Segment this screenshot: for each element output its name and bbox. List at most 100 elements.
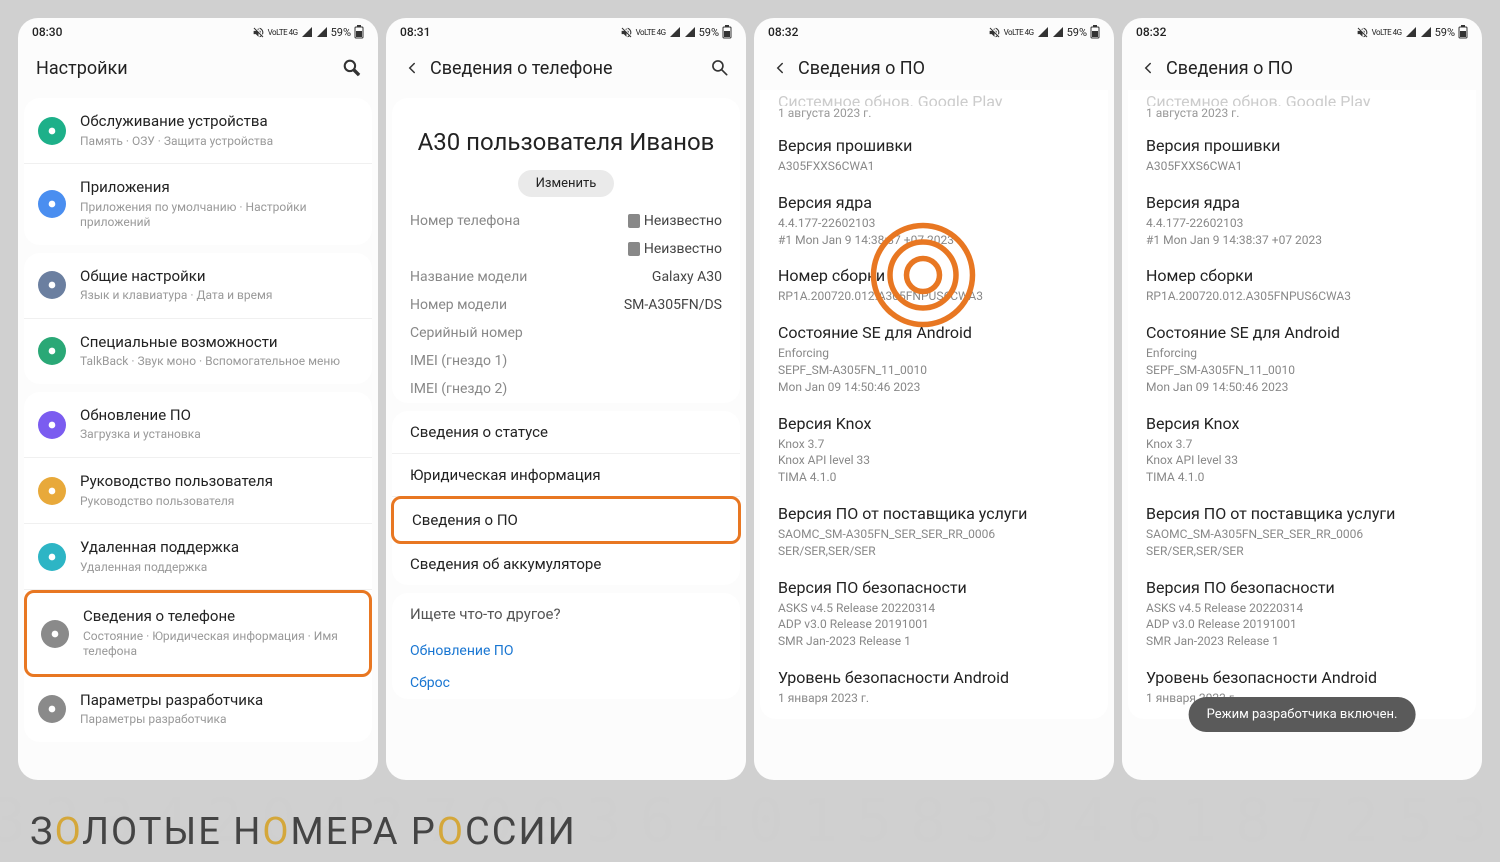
screenshot-2-about-phone: 08:31 VoLTE 4G 59% Сведения о телефоне A… — [386, 18, 746, 780]
signal-icon — [1405, 26, 1417, 38]
search-button[interactable] — [338, 54, 366, 82]
item-subtitle: Удаленная поддержка — [80, 560, 358, 576]
info-row: Название моделиGalaxy A30 — [392, 263, 740, 291]
mute-icon — [252, 26, 265, 39]
info-item[interactable]: Состояние SE для AndroidEnforcing SEPF_S… — [760, 317, 1108, 407]
info-item[interactable]: Версия ПО безопасностиASKS v4.5 Release … — [1128, 572, 1476, 662]
info-item[interactable]: Версия ПО безопасности ASKS v4.5 Release … — [760, 572, 1108, 662]
category-icon — [38, 411, 66, 439]
page-title: Сведения о ПО — [798, 58, 1102, 79]
clock: 08:31 — [400, 25, 430, 39]
page-header: Сведения о ПО — [754, 46, 1114, 90]
info-detail: 4.4.177-22602103 #1 Mon Jan 9 14:38:37 +… — [778, 215, 1090, 249]
link-item[interactable]: Юридическая информация — [392, 454, 740, 497]
info-detail: SAOMC_SM-A305FN_SER_SER_RR_0006 SER/SER,… — [1146, 526, 1458, 560]
info-item[interactable]: Версия ПО от поставщика услугиSAOMC_SM-A… — [1128, 498, 1476, 572]
info-detail: 4.4.177-22602103 #1 Mon Jan 9 14:38:37 +… — [1146, 215, 1458, 249]
category-icon — [41, 620, 69, 648]
info-title: Версия ПО безопасности — [778, 578, 1090, 597]
category-icon — [38, 695, 66, 723]
info-title: Состояние SE для Android — [1146, 323, 1458, 342]
edit-button[interactable]: Изменить — [518, 170, 615, 197]
battery-text: 59% — [1435, 26, 1455, 39]
chevron-left-icon — [403, 59, 421, 77]
info-detail: ASKS v4.5 Release 20220314 ADP v3.0 Rele… — [1146, 600, 1458, 650]
item-title: Параметры разработчика — [80, 691, 358, 711]
mute-icon — [1356, 26, 1369, 39]
info-detail: 1 января 2023 г. — [778, 690, 1090, 707]
search-icon — [342, 58, 362, 78]
back-button[interactable] — [766, 54, 794, 82]
item-title: Руководство пользователя — [80, 472, 358, 492]
info-detail: Enforcing SEPF_SM-A305FN_11_0010 Mon Jan… — [1146, 345, 1458, 395]
info-value: SM-A305FN/DS — [624, 297, 722, 313]
info-item[interactable]: Версия прошивкиA305FXXS6CWA1 — [760, 130, 1108, 187]
info-row: IMEI (гнездо 1) — [392, 347, 740, 375]
battery-icon — [722, 25, 732, 39]
status-icons: VoLTE 4G 59% — [252, 25, 364, 39]
clock: 08:32 — [1136, 25, 1166, 39]
partial-item-title: Системное обнов. Google Play — [1128, 92, 1476, 106]
info-title: Версия ядра — [778, 193, 1090, 212]
suggestion-link[interactable]: Сброс — [392, 667, 740, 699]
item-subtitle: Руководство пользователя — [80, 494, 358, 510]
signal-icon — [1037, 26, 1049, 38]
back-button[interactable] — [398, 54, 426, 82]
page-header: Сведения о ПО — [1122, 46, 1482, 90]
settings-item[interactable]: Удаленная поддержкаУдаленная поддержка — [24, 524, 372, 590]
page-title: Сведения о ПО — [1166, 58, 1470, 79]
mute-icon — [988, 26, 1001, 39]
info-detail: Knox 3.7 Knox API level 33 TIMA 4.1.0 — [778, 436, 1090, 486]
battery-text: 59% — [1067, 26, 1087, 39]
link-item[interactable]: Сведения о ПО — [394, 499, 738, 541]
search-button[interactable] — [706, 54, 734, 82]
info-detail: Enforcing SEPF_SM-A305FN_11_0010 Mon Jan… — [778, 345, 1090, 395]
info-value: Неизвестно — [628, 241, 722, 257]
settings-item[interactable]: Сведения о телефонеСостояние · Юридическ… — [27, 593, 369, 674]
info-item[interactable]: Номер сборкиRP1A.200720.012.A305FNPUS6CW… — [760, 260, 1108, 317]
category-icon — [38, 543, 66, 571]
settings-item[interactable]: Обновление ПОЗагрузка и установка — [24, 392, 372, 458]
info-item[interactable]: Версия ПО от поставщика услуги SAOMC_SM-A… — [760, 498, 1108, 572]
info-title: Номер сборки — [1146, 266, 1458, 285]
info-detail: SAOMC_SM-A305FN_SER_SER_RR_0006 SER/SER,… — [778, 526, 1090, 560]
info-detail: ASKS v4.5 Release 20220314 ADP v3.0 Rele… — [778, 600, 1090, 650]
info-key: Название модели — [410, 269, 527, 285]
link-item[interactable]: Сведения о статусе — [392, 411, 740, 454]
info-item[interactable]: Версия KnoxKnox 3.7 Knox API level 33 TI… — [1128, 408, 1476, 498]
suggestion-link[interactable]: Обновление ПО — [392, 635, 740, 667]
signal-icon-2 — [1052, 26, 1064, 38]
settings-item[interactable]: Руководство пользователя Руководство поль… — [24, 458, 372, 524]
info-item[interactable]: Версия KnoxKnox 3.7 Knox API level 33 TI… — [760, 408, 1108, 498]
clock: 08:32 — [768, 25, 798, 39]
info-item[interactable]: Версия ядра 4.4.177-22602103 #1 Mon Jan 9… — [760, 187, 1108, 261]
settings-item[interactable]: Обслуживание устройстваПамять · ОЗУ · За… — [24, 98, 372, 164]
info-title: Версия ПО от поставщика услуги — [778, 504, 1090, 523]
info-key: Серийный номер — [410, 325, 523, 341]
screenshot-1-settings: 08:30 VoLTE 4G 59% Настройки Обслуживани… — [18, 18, 378, 780]
info-item[interactable]: Версия ядра4.4.177-22602103 #1 Mon Jan 9… — [1128, 187, 1476, 261]
battery-text: 59% — [331, 26, 351, 39]
battery-icon — [1090, 25, 1100, 39]
page-title: Сведения о телефоне — [430, 58, 706, 79]
settings-item[interactable]: Общие настройкиЯзык и клавиатура · Дата … — [24, 253, 372, 319]
settings-item[interactable]: ПриложенияПриложения по умолчанию · Наст… — [24, 164, 372, 245]
settings-item[interactable]: Специальные возможностиTalkBack · Звук м… — [24, 319, 372, 384]
info-item[interactable]: Уровень безопасности Android 1 января 202… — [760, 662, 1108, 719]
sim-icon — [628, 214, 640, 228]
settings-item[interactable]: Параметры разработчикаПараметры разработ… — [24, 677, 372, 742]
category-icon — [38, 477, 66, 505]
page-header: Сведения о телефоне — [386, 46, 746, 90]
back-button[interactable] — [1134, 54, 1162, 82]
info-key: IMEI (гнездо 1) — [410, 353, 507, 369]
partial-item-date: 1 августа 2023 г. — [760, 106, 1108, 130]
info-row: Номер телефонаНеизвестно — [392, 207, 740, 235]
info-item[interactable]: Состояние SE для Android Enforcing SEPF_S… — [1128, 317, 1476, 407]
signal-icon — [669, 26, 681, 38]
info-item[interactable]: Номер сборкиRP1A.200720.012.A305FNPUS6CW… — [1128, 260, 1476, 317]
toast-message: Режим разработчика включен. — [1189, 697, 1416, 732]
info-item[interactable]: Версия прошивкиA305FXXS6CWA1 — [1128, 130, 1476, 187]
partial-item-date: 1 августа 2023 г. — [1128, 106, 1476, 130]
info-title: Уровень безопасности Android — [778, 668, 1090, 687]
link-item[interactable]: Сведения об аккумуляторе — [392, 543, 740, 585]
